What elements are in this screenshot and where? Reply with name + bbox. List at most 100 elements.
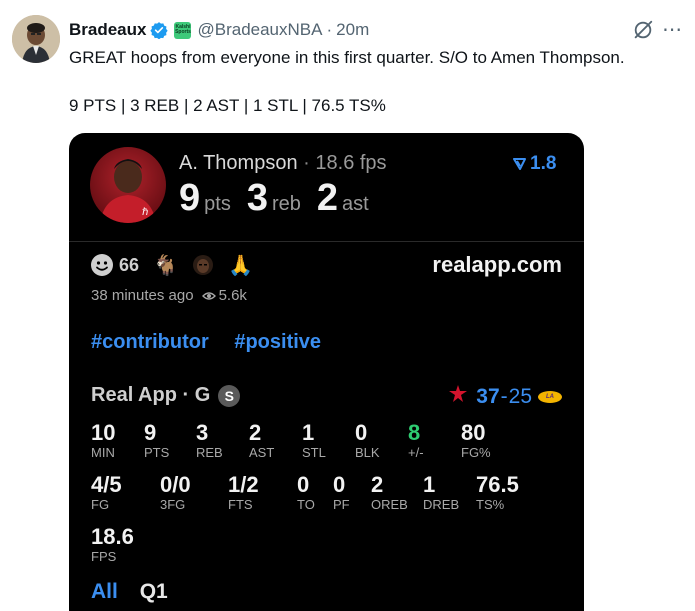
lakers-logo-icon: LA <box>538 390 562 403</box>
big-stat-label: pts <box>204 193 231 215</box>
stat-value: 2 <box>249 420 262 445</box>
headline-stats: 9 pts 3 reb 2 ast <box>179 177 385 220</box>
stat-value: 3 <box>196 420 209 445</box>
tweet-header: Bradeaux Kalshi Sports @BradeauxNBA · 20m <box>69 19 369 41</box>
stat-cell: 2 OREB <box>371 473 408 513</box>
avatar-reaction-icon <box>192 255 213 275</box>
goat-icon: 🐐 <box>153 254 178 277</box>
smiley-icon <box>91 254 113 276</box>
stat-card-image[interactable]: ℏ A. Thompson · 18.6 fps 9 pts 3 reb 2 a… <box>69 133 584 611</box>
stat-value: 9 <box>144 420 157 445</box>
stat-cell: 2 AST <box>249 421 274 461</box>
stat-label: TS% <box>476 497 505 512</box>
hashtag: #positive <box>234 331 322 353</box>
stat-cell: 76.5 TS% <box>476 473 519 513</box>
stat-label: PTS <box>144 445 170 460</box>
stat-value: 1/2 <box>228 472 259 497</box>
tweet-text: GREAT hoops from everyone in this first … <box>69 48 625 67</box>
rating: 1.8 <box>513 153 556 175</box>
grok-icon[interactable] <box>632 19 654 41</box>
stat-cell: 4/5 FG <box>91 473 122 513</box>
player-name: A. Thompson <box>179 152 298 174</box>
rating-value: 1.8 <box>530 153 557 174</box>
stat-value: 2 <box>371 472 384 497</box>
stat-label: MIN <box>91 445 115 460</box>
praying-hands-icon: 🙏 <box>227 254 253 277</box>
hashtags: #contributor #positive <box>91 331 341 354</box>
hashtag: #contributor <box>91 331 209 353</box>
stat-value: 4/5 <box>91 472 122 497</box>
affiliate-badge-icon[interactable]: Kalshi Sports <box>174 21 192 39</box>
stat-label: BLK <box>355 445 380 460</box>
author-handle[interactable]: @BradeauxNBA <box>197 20 322 40</box>
stat-label: OREB <box>371 497 408 512</box>
stat-value: 0 <box>333 472 346 497</box>
stat-label: FPS <box>91 549 117 564</box>
stat-value: 0 <box>297 472 310 497</box>
stat-value: 10 <box>91 420 116 445</box>
game-score: 37 - 25 LA <box>448 384 562 409</box>
stat-label: FG <box>91 497 110 512</box>
stat-label: FTS <box>228 497 253 512</box>
more-icon[interactable]: ⋯ <box>662 17 683 42</box>
eye-icon <box>201 291 216 300</box>
stat-value: 1 <box>302 420 315 445</box>
svg-text:ℏ: ℏ <box>142 207 148 218</box>
stat-cell: 0 TO <box>297 473 315 513</box>
author-name[interactable]: Bradeaux <box>69 20 146 40</box>
starter-badge: S <box>218 384 241 407</box>
player-name-line: A. Thompson · 18.6 fps <box>179 152 387 175</box>
big-stat-value: 9 <box>179 177 201 219</box>
trend-arrow-icon <box>513 158 526 170</box>
game-header: Real App · G S <box>91 384 241 407</box>
name-separator: · <box>303 152 310 174</box>
stat-cell: 1 DREB <box>423 473 459 513</box>
home-score: 37 <box>476 384 500 408</box>
stat-value: 0 <box>355 420 368 445</box>
stat-value: 1 <box>423 472 436 497</box>
stat-value: 76.5 <box>476 472 519 497</box>
tab-all[interactable]: All <box>91 580 118 603</box>
post-meta: 38 minutes ago 5.6k <box>91 287 247 304</box>
tweet-time[interactable]: 20m <box>336 20 369 40</box>
stat-label: STL <box>302 445 326 460</box>
stat-cell: 0 BLK <box>355 421 380 461</box>
tweet-stat-line: 9 PTS | 3 REB | 2 AST | 1 STL | 76.5 TS% <box>69 96 386 115</box>
stat-label: FG% <box>461 445 491 460</box>
tab-q1[interactable]: Q1 <box>140 580 168 603</box>
stat-cell: 0/0 3FG <box>160 473 191 513</box>
stat-cell: 0 PF <box>333 473 350 513</box>
big-stat-label: ast <box>342 193 369 215</box>
big-stat-value: 2 <box>316 177 339 219</box>
stat-cell: 9 PTS <box>144 421 169 461</box>
stat-cell: 80 FG% <box>461 421 491 461</box>
stat-cell: 3 REB <box>196 421 223 461</box>
big-stat-value: 3 <box>246 177 268 219</box>
stat-value: 18.6 <box>91 524 134 549</box>
period-tabs: All Q1 <box>91 580 168 604</box>
header-separator: · <box>326 20 333 39</box>
away-score: 25 <box>508 384 532 408</box>
game-label: Real App · G <box>91 384 211 406</box>
stat-label: TO <box>297 497 315 512</box>
posted-time: 38 minutes ago <box>91 287 194 304</box>
stat-value: 80 <box>461 420 486 445</box>
site-link: realapp.com <box>432 252 562 277</box>
view-count: 5.6k <box>218 287 247 304</box>
card-divider <box>69 241 584 242</box>
reactions-row: 66 🐐 🙏 <box>90 251 267 279</box>
stat-cell: 18.6 FPS <box>91 525 134 565</box>
player-fps: 18.6 fps <box>315 152 387 174</box>
big-stat-label: reb <box>271 193 301 215</box>
stat-label: DREB <box>423 497 460 512</box>
stat-label: 3FG <box>160 497 186 512</box>
rockets-logo-icon <box>448 384 468 409</box>
reaction-count: 66 <box>119 254 140 275</box>
stat-value: 8 <box>408 420 421 445</box>
author-avatar[interactable] <box>12 15 60 63</box>
stat-label: +/- <box>408 445 424 460</box>
stat-cell: 8 +/- <box>408 421 424 461</box>
stat-cell: 1/2 FTS <box>228 473 259 513</box>
stat-label: PF <box>333 497 350 512</box>
stat-cell: 10 MIN <box>91 421 115 461</box>
